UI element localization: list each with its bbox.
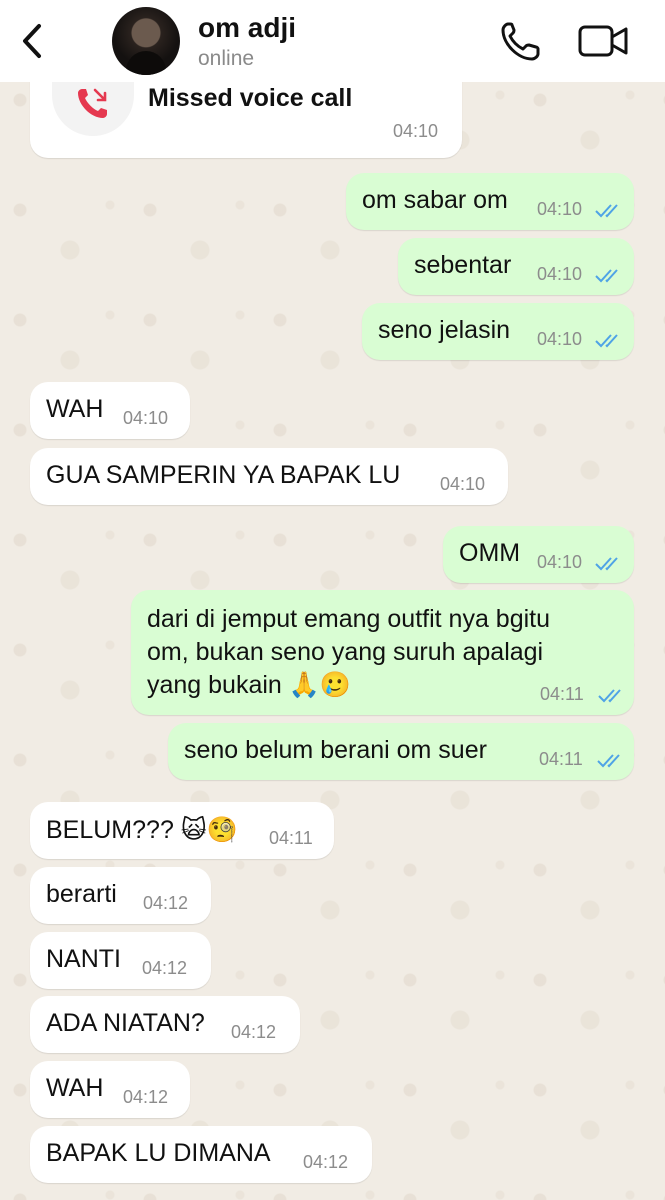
video-call-button[interactable] [576,20,632,62]
phone-icon [501,22,540,61]
message-time: 04:10 [537,199,583,219]
message-bubble-incoming[interactable]: BELUM??? 🙀🧐 04:11 [30,802,334,859]
message-bubble-incoming[interactable]: NANTI 04:12 [30,932,211,989]
message-text: OMM [459,539,521,567]
chat-header: om adji online [0,0,665,82]
message-bubble-outgoing[interactable]: dari di jemput emang outfit nya bgitu om… [131,590,634,715]
message-bubble-outgoing[interactable]: seno belum berani om suer 04:11 [168,723,634,780]
message-time: 04:10 [123,408,169,428]
double-check-icon [595,204,618,218]
message-time: 04:11 [269,828,313,848]
message-text: WAH [46,1074,104,1102]
message-time: 04:11 [540,684,584,704]
message-text: NANTI [46,945,121,973]
message-bubble-outgoing[interactable]: om sabar om 04:10 [346,173,634,230]
message-bubble-outgoing[interactable]: OMM 04:10 [443,526,634,583]
back-button[interactable] [12,18,52,64]
double-check-icon [595,334,618,348]
message-bubble-incoming[interactable]: WAH 04:10 [30,382,190,439]
contact-status: online [198,47,255,70]
missed-call-icon [78,88,107,118]
message-time: 04:10 [440,474,486,494]
message-text: dari di jemput emang outfit nya bgitu om… [147,603,550,702]
contact-avatar[interactable] [112,7,180,75]
message-time: 04:12 [303,1152,349,1172]
missed-call-label: Missed voice call [148,84,353,112]
message-time: 04:12 [142,958,188,978]
message-text: seno jelasin [378,316,511,344]
voice-call-button[interactable] [498,18,544,64]
message-text: BELUM??? 🙀🧐 [46,816,238,844]
message-bubble-incoming[interactable]: WAH 04:12 [30,1061,190,1118]
message-text-line: dari di jemput emang outfit nya bgitu [147,605,551,633]
message-bubble-outgoing[interactable]: sebentar 04:10 [398,238,634,295]
message-time: 04:12 [123,1087,169,1107]
message-bubble-incoming[interactable]: GUA SAMPERIN YA BAPAK LU 04:10 [30,448,508,505]
message-time: 04:10 [537,329,583,349]
message-time: 04:10 [537,552,583,572]
message-text: GUA SAMPERIN YA BAPAK LU [46,461,401,489]
message-text-line: om, bukan seno yang suruh apalagi [147,638,544,666]
contact-name[interactable]: om adji [198,12,296,44]
message-text: seno belum berani om suer [184,736,487,764]
double-check-icon [597,754,620,768]
double-check-icon [595,557,618,571]
missed-call-bubble[interactable]: Missed voice call 04:10 [30,70,462,158]
message-bubble-outgoing[interactable]: seno jelasin 04:10 [362,303,634,360]
message-text: WAH [46,395,104,423]
message-text: BAPAK LU DIMANA [46,1139,271,1167]
message-time: 04:10 [537,264,583,284]
missed-call-time: 04:10 [392,121,438,141]
message-text: om sabar om [362,186,508,214]
message-text: sebentar [414,251,512,279]
message-text: ADA NIATAN? [46,1009,205,1037]
message-bubble-incoming[interactable]: BAPAK LU DIMANA 04:12 [30,1126,372,1183]
message-time: 04:11 [539,749,583,769]
message-time: 04:12 [143,893,189,913]
double-check-icon [598,689,621,703]
message-time: 04:12 [231,1022,277,1042]
message-bubble-incoming[interactable]: ADA NIATAN? 04:12 [30,996,300,1053]
message-bubble-incoming[interactable]: berarti 04:12 [30,867,211,924]
back-chevron-icon [23,24,41,58]
message-text: berarti [46,880,117,908]
video-camera-icon [578,25,628,57]
message-text-line: yang bukain 🙏🥲 [147,671,352,699]
double-check-icon [595,269,618,283]
